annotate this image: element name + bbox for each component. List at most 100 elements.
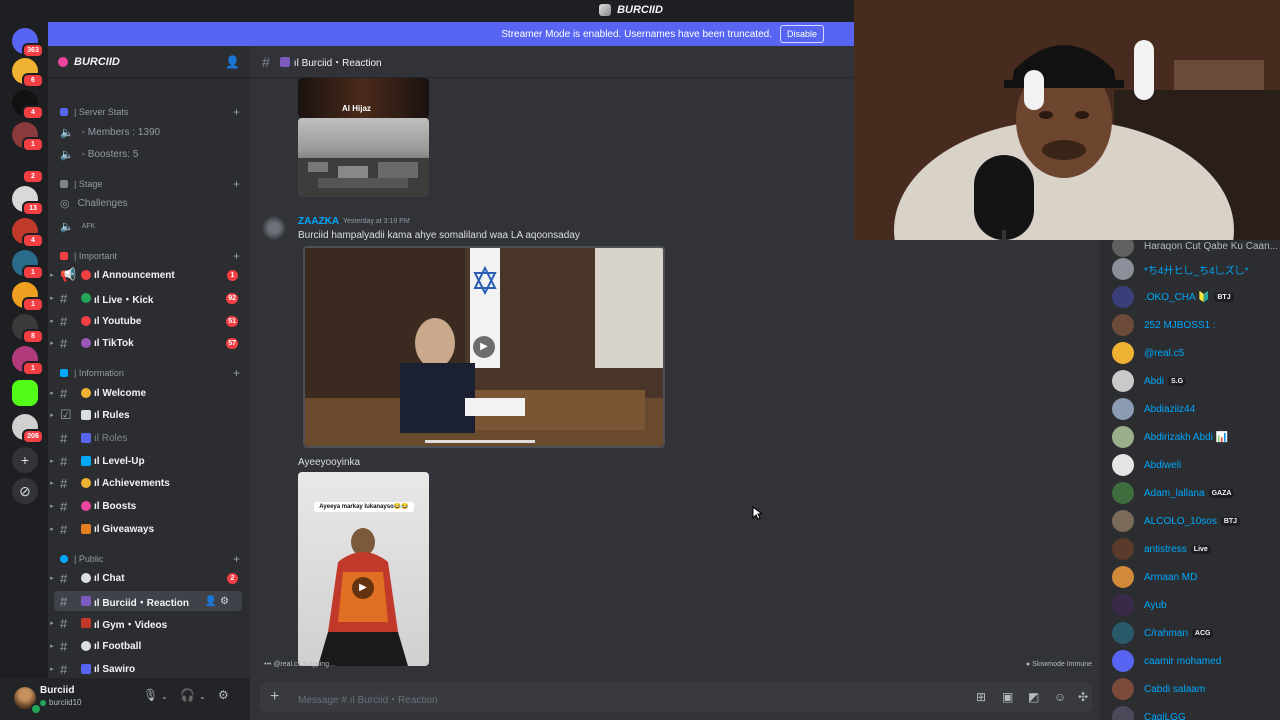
speech-icon bbox=[81, 573, 91, 583]
add-channel-icon[interactable]: + bbox=[233, 366, 240, 380]
member-item[interactable]: .OKO_CHA 🔰 BTJ bbox=[1112, 285, 1234, 309]
channel-live-kick[interactable]: ▸ # ıl Live・Kick 92 bbox=[48, 288, 250, 308]
channel-label: ıl Burciid・Reaction bbox=[94, 597, 190, 609]
microphone-icon[interactable]: 🎙 bbox=[143, 688, 158, 702]
member-name: Cabdi salaam bbox=[1144, 683, 1206, 695]
member-item[interactable]: C/rahman ACG bbox=[1112, 621, 1214, 645]
member-item[interactable]: 252 MJBOSS1 : bbox=[1112, 313, 1216, 337]
server-icon[interactable]: 4 bbox=[12, 218, 44, 248]
member-item[interactable]: Armaan MD bbox=[1112, 565, 1197, 589]
stat-members[interactable]: 🔈 - Members : 1390 bbox=[60, 126, 160, 139]
hash-icon: # bbox=[60, 661, 68, 677]
channel-gym-videos[interactable]: ▸ # ıl Gym・Videos bbox=[48, 613, 250, 633]
gift-icon[interactable]: ⊞ bbox=[976, 690, 986, 704]
member-item[interactable]: caamir mohamed bbox=[1112, 649, 1221, 673]
server-icon[interactable]: 6 bbox=[12, 58, 44, 88]
member-item[interactable]: Abdiweli bbox=[1112, 453, 1181, 477]
member-item[interactable]: Abdiaziiz44 bbox=[1112, 397, 1195, 421]
category-server-stats[interactable]: | Server Stats + bbox=[60, 105, 240, 119]
category-stage[interactable]: | Stage + bbox=[60, 177, 240, 191]
member-item[interactable]: Adam_lallana GAZA bbox=[1112, 481, 1235, 505]
member-item[interactable]: CaqiLGG bbox=[1112, 705, 1186, 720]
channel-tiktok[interactable]: ▸ # ıl TikTok 57 bbox=[48, 333, 250, 353]
member-item[interactable]: Cabdi salaam bbox=[1112, 677, 1205, 701]
headphones-icon[interactable]: 🎧 bbox=[180, 688, 195, 702]
add-channel-icon[interactable]: + bbox=[233, 177, 240, 191]
member-item[interactable]: Ayub bbox=[1112, 593, 1167, 617]
chevron-down-icon[interactable]: ⌄ bbox=[199, 692, 206, 701]
discover-icon[interactable]: ⊘ bbox=[12, 478, 38, 504]
message-input[interactable]: + Message # ıl Burciid・Reaction ⊞ ▣ ◩ ☺ … bbox=[260, 682, 1092, 712]
add-channel-icon[interactable]: + bbox=[233, 552, 240, 566]
server-icon[interactable]: 206 bbox=[12, 414, 44, 444]
clapper-icon bbox=[279, 56, 290, 67]
kick-server-icon[interactable] bbox=[12, 380, 38, 406]
add-channel-icon[interactable]: + bbox=[233, 105, 240, 119]
emoji-icon[interactable]: ☺ bbox=[1054, 690, 1066, 704]
disable-button[interactable]: Disable bbox=[779, 25, 824, 43]
member-item[interactable]: antistress Live bbox=[1112, 537, 1211, 561]
server-icon[interactable]: 2 bbox=[12, 154, 44, 184]
settings-gear-icon[interactable]: ⚙ bbox=[218, 688, 229, 702]
member-item[interactable]: ALCOLO_10sos BTJ bbox=[1112, 509, 1241, 533]
server-icon[interactable]: 1 bbox=[12, 122, 44, 152]
image-attachment[interactable]: Al Hijaz bbox=[298, 78, 429, 118]
channel-giveaways[interactable]: ▸ # ıl Giveaways bbox=[48, 519, 250, 539]
video-attachment[interactable]: ▶ bbox=[303, 246, 665, 448]
server-icon[interactable]: 13 bbox=[12, 186, 44, 216]
gif-icon[interactable]: ▣ bbox=[1002, 690, 1013, 704]
window-title: BURCIID bbox=[617, 4, 663, 16]
image-attachment[interactable] bbox=[298, 118, 429, 197]
mention-badge: 92 bbox=[226, 292, 238, 304]
channel-burciid-reaction[interactable]: # ıl Burciid・Reaction 👤⚙ bbox=[54, 591, 242, 611]
stat-boosters[interactable]: 🔈 - Boosters: 5 bbox=[60, 148, 138, 161]
video-attachment[interactable]: Ayeeya markay lukanayso😂😂 ▶ bbox=[298, 472, 429, 666]
channel-chat[interactable]: ▸ # ıl Chat 2 bbox=[48, 568, 250, 588]
category-important[interactable]: | Important + bbox=[60, 249, 240, 263]
member-name: Adam_lallana bbox=[1144, 487, 1205, 499]
upload-plus-icon[interactable]: + bbox=[270, 688, 279, 706]
channel-emoji bbox=[81, 410, 91, 420]
channel-sawiro[interactable]: ▸ # ıl Sawiro bbox=[48, 659, 250, 678]
channel-achievements[interactable]: ▸ # ıl Achievements bbox=[48, 473, 250, 493]
home-button[interactable]: 363 bbox=[12, 28, 44, 58]
stage-challenges[interactable]: ◎ Challenges bbox=[60, 197, 128, 210]
channel-settings-icons[interactable]: 👤⚙ bbox=[205, 596, 232, 607]
member-item[interactable]: Abdi S.G bbox=[1112, 369, 1187, 393]
category-public[interactable]: | Public + bbox=[60, 552, 240, 566]
invite-icon[interactable]: 👤 bbox=[225, 55, 240, 69]
channel-roles[interactable]: # ıl Roles bbox=[48, 428, 250, 448]
chevron-down-icon[interactable]: ⌄ bbox=[161, 692, 168, 701]
server-icon[interactable]: 4 bbox=[12, 90, 44, 120]
channel-label: Challenges bbox=[77, 198, 128, 209]
member-item[interactable]: @real.c5 bbox=[1112, 341, 1184, 365]
avatar bbox=[1112, 426, 1134, 448]
channel-announcement[interactable]: ▸ 📢 ıl Announcement 1 bbox=[48, 265, 250, 285]
channel-football[interactable]: ▸ # ıl Football bbox=[48, 636, 250, 656]
channel-rules[interactable]: ▸ ☑ ıl Rules bbox=[48, 405, 250, 425]
category-information[interactable]: | Information + bbox=[60, 366, 240, 380]
member-item[interactable]: Abdirizakh Abdi 📊 bbox=[1112, 425, 1228, 449]
collapse-icon: ▸ bbox=[50, 503, 54, 510]
add-server-icon[interactable]: + bbox=[12, 447, 38, 473]
apps-icon[interactable]: ✣ bbox=[1078, 690, 1088, 704]
play-icon[interactable]: ▶ bbox=[352, 577, 374, 599]
server-icon[interactable]: 1 bbox=[12, 250, 44, 280]
channel-level-up[interactable]: ▸ # ıl Level-Up bbox=[48, 451, 250, 471]
channel-youtube[interactable]: ▸ # ıl Youtube 51 bbox=[48, 311, 250, 331]
channel-boosts[interactable]: ▸ # ıl Boosts bbox=[48, 496, 250, 516]
message-author[interactable]: ZAAZKA bbox=[298, 216, 339, 227]
member-item[interactable]: Haraqon Cut Qabe Ku Caan... bbox=[1112, 240, 1278, 258]
server-icon[interactable]: 8 bbox=[12, 314, 44, 344]
channel-welcome[interactable]: ▸ # ıl Welcome bbox=[48, 383, 250, 403]
guild-header[interactable]: BURCIID 👤 bbox=[48, 46, 250, 78]
server-icon[interactable]: 1 bbox=[12, 282, 44, 312]
member-item[interactable]: *ち4廾ヒ乚_ち4乚ズ乚* bbox=[1112, 257, 1248, 281]
avatar[interactable] bbox=[261, 215, 287, 241]
add-channel-icon[interactable]: + bbox=[233, 249, 240, 263]
play-icon[interactable]: ▶ bbox=[473, 336, 495, 358]
voice-afk[interactable]: 🔈 AFK bbox=[60, 220, 95, 233]
info-icon bbox=[60, 369, 68, 377]
server-icon[interactable]: 1 bbox=[12, 346, 44, 376]
sticker-icon[interactable]: ◩ bbox=[1028, 690, 1039, 704]
